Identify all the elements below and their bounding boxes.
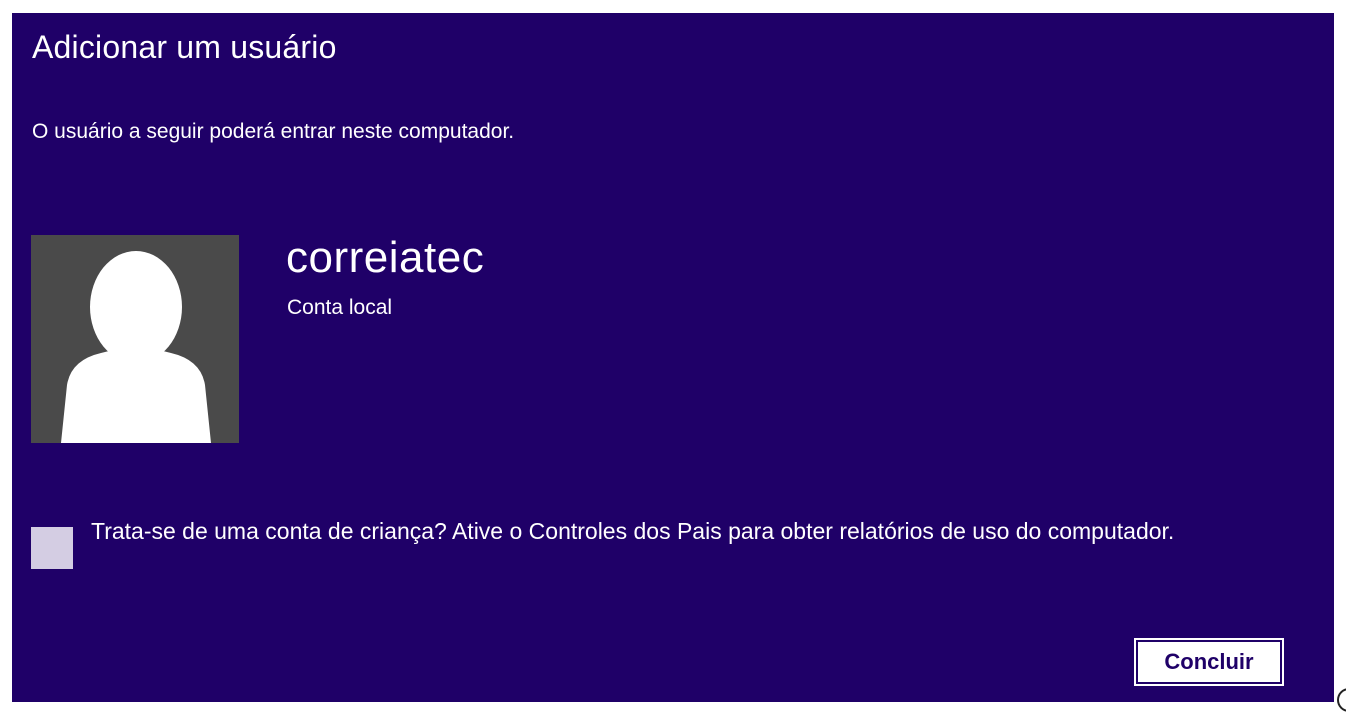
parental-controls-checkbox[interactable] (31, 527, 73, 569)
user-name: correiatec (286, 233, 485, 282)
user-avatar (31, 235, 239, 443)
parental-controls-label[interactable]: Trata-se de uma conta de criança? Ative … (91, 515, 1316, 548)
dialog-title: Adicionar um usuário (32, 29, 337, 65)
dialog-subtitle: O usuário a seguir poderá entrar neste c… (32, 120, 515, 143)
account-type: Conta local (287, 296, 393, 319)
person-silhouette-icon (61, 251, 211, 443)
add-user-dialog: Adicionar um usuário O usuário a seguir … (12, 13, 1334, 702)
finish-button[interactable]: Concluir (1134, 638, 1284, 686)
partial-edge-glyph (1337, 688, 1346, 712)
